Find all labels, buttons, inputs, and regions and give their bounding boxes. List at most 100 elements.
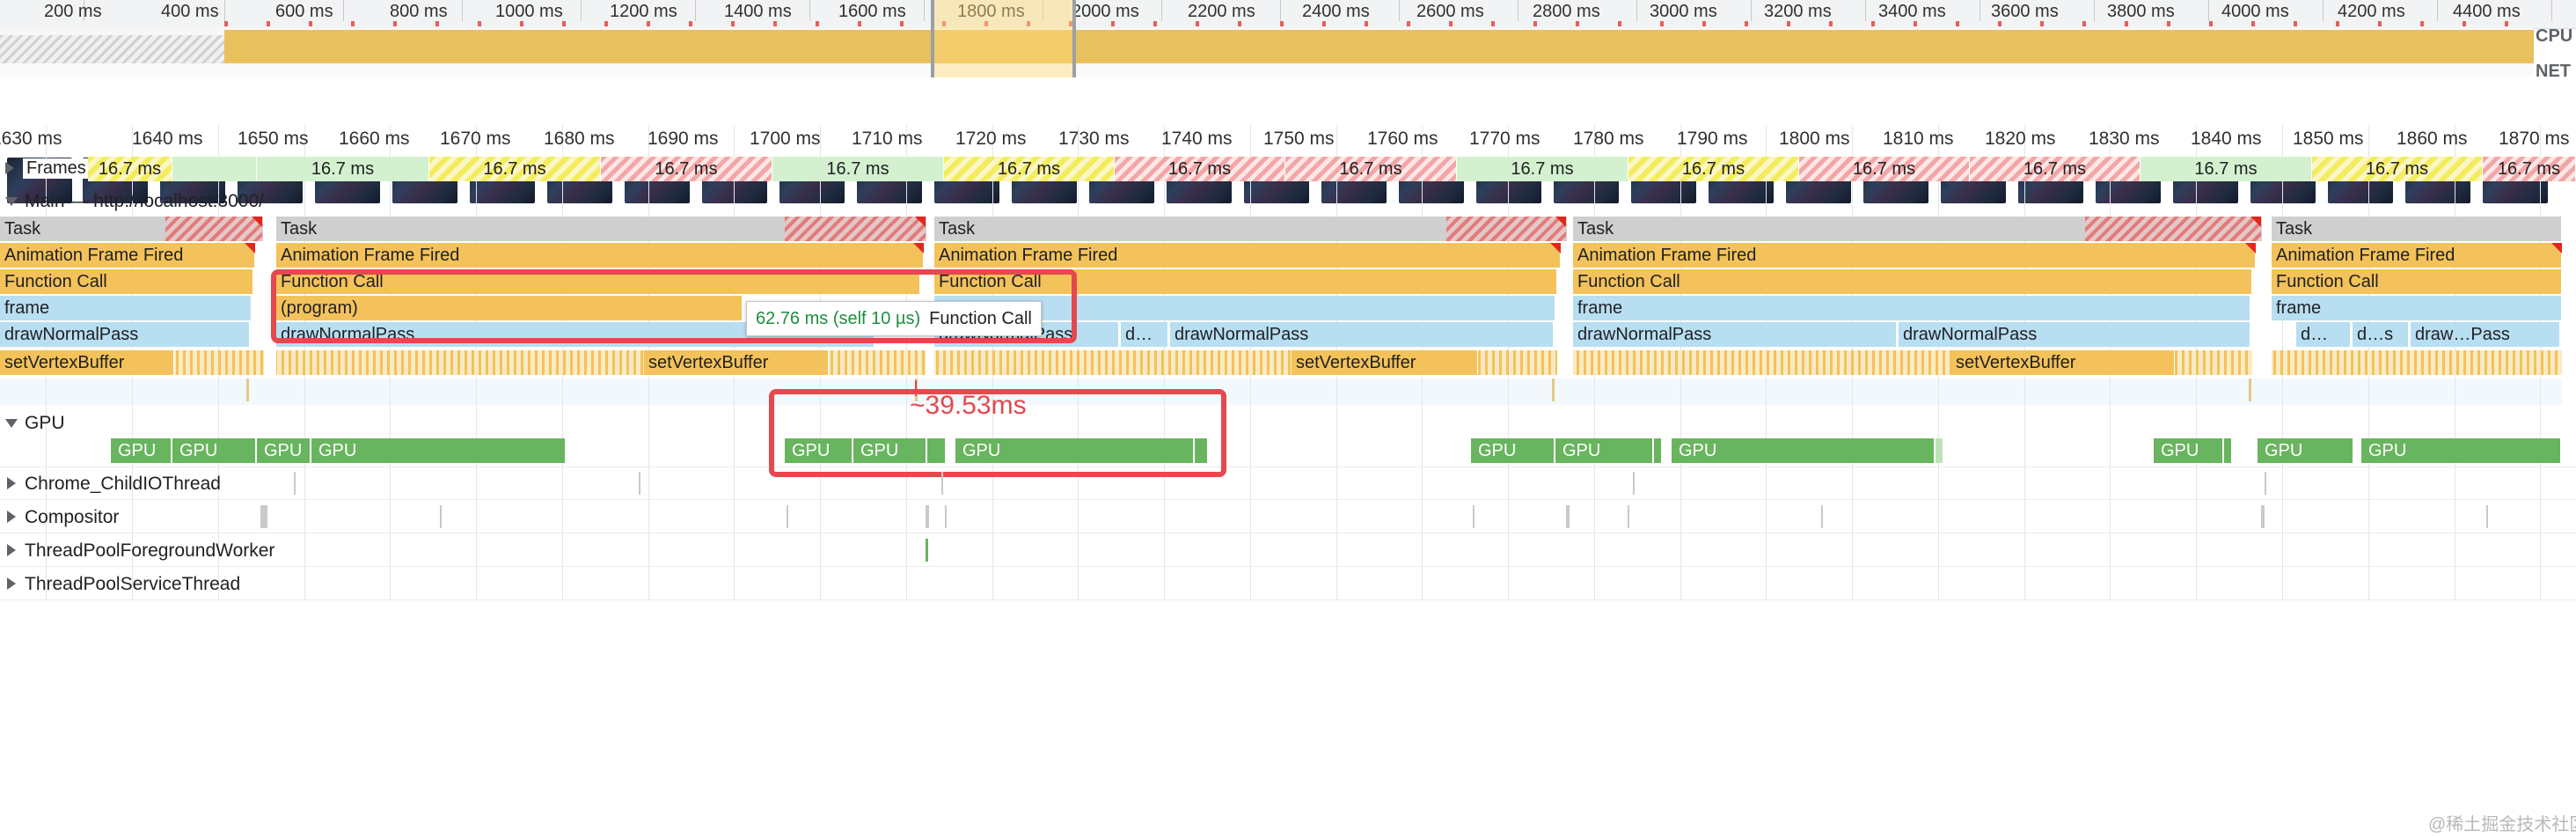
overview-label: 4400 ms bbox=[2453, 2, 2521, 21]
frame-event[interactable]: frame bbox=[0, 296, 252, 320]
long-task-hatch bbox=[785, 217, 926, 241]
function-call-event[interactable]: Function Call bbox=[1573, 269, 2252, 294]
main-thread-header[interactable]: Main — http://localhost:3000/ bbox=[0, 188, 2576, 215]
task-block[interactable]: Task bbox=[2272, 217, 2562, 241]
set-vertex-buffer-event[interactable]: setVertexBuffer bbox=[0, 350, 174, 375]
screenshots-strip[interactable] bbox=[0, 77, 2576, 203]
set-vertex-buffer-event[interactable]: setVertexBuffer bbox=[1292, 350, 1478, 375]
thread-event-mark bbox=[2486, 505, 2488, 528]
collapse-arrow-icon[interactable] bbox=[5, 197, 18, 206]
frame-event[interactable]: frame bbox=[1573, 296, 2250, 320]
gpu-block[interactable]: GPU bbox=[257, 438, 311, 463]
frame-bar[interactable]: 16.7 ms bbox=[88, 157, 172, 181]
draw-normal-pass-event[interactable]: d… bbox=[1121, 322, 1168, 347]
frame-bar[interactable]: 16.7 ms bbox=[1799, 157, 1970, 181]
frame-bar[interactable]: 16.7 ms bbox=[257, 157, 429, 181]
gpu-block[interactable]: GPU bbox=[1555, 438, 1654, 463]
gpu-block[interactable]: GPU bbox=[2258, 438, 2354, 463]
overview-label: 4000 ms bbox=[2221, 2, 2289, 21]
cpu-activity-chart[interactable] bbox=[0, 28, 2534, 63]
svb-gap bbox=[264, 350, 276, 375]
time-label: 1760 ms bbox=[1367, 129, 1438, 149]
draw-normal-pass-event[interactable]: drawNormalPass bbox=[0, 322, 250, 347]
frame-bar[interactable]: 16.7 ms bbox=[2141, 157, 2312, 181]
frame-bar[interactable]: 16.7 ms bbox=[601, 157, 772, 181]
set-vertex-buffer-event[interactable]: setVertexBuffer bbox=[1951, 350, 2175, 375]
long-task-hatch bbox=[2085, 217, 2261, 241]
overview-selection-window[interactable] bbox=[931, 0, 1076, 81]
draw-normal-pass-event[interactable]: drawNormalPass bbox=[1899, 322, 2250, 347]
animation-frame-event[interactable]: Animation Frame Fired bbox=[934, 243, 1561, 268]
animation-frame-event[interactable]: Animation Frame Fired bbox=[2272, 243, 2562, 268]
time-label: 1770 ms bbox=[1469, 129, 1540, 149]
collapse-arrow-icon[interactable] bbox=[5, 419, 18, 428]
overview-label: 4200 ms bbox=[2338, 2, 2405, 21]
set-vertex-buffer-event[interactable]: setVertexBuffer bbox=[644, 350, 829, 375]
frame-event[interactable]: frame bbox=[2272, 296, 2562, 320]
frame-bar[interactable]: 16.7 ms bbox=[944, 157, 1115, 181]
gpu-block[interactable]: GPU bbox=[2154, 438, 2224, 463]
draw-normal-pass-event[interactable]: d…s bbox=[2353, 322, 2409, 347]
time-label: 1680 ms bbox=[544, 129, 615, 149]
time-label: 1640 ms bbox=[132, 129, 203, 149]
draw-normal-pass-event[interactable]: drawNormalPass bbox=[1573, 322, 1897, 347]
gpu-block[interactable] bbox=[1654, 438, 1663, 463]
thread-track-service-thread[interactable]: ThreadPoolServiceThread bbox=[0, 567, 2576, 600]
frame-bar[interactable]: 16.7 ms bbox=[1628, 157, 1799, 181]
expand-arrow-icon[interactable] bbox=[7, 544, 16, 556]
thread-track-foreground-worker[interactable]: ThreadPoolForegroundWorker bbox=[0, 533, 2576, 567]
frame-bar[interactable]: 16.7 ms bbox=[429, 157, 601, 181]
gpu-block[interactable]: GPU bbox=[111, 438, 172, 463]
draw-normal-pass-event[interactable]: d… bbox=[2296, 322, 2351, 347]
draw-normal-pass-event[interactable]: draw…Pass bbox=[2411, 322, 2560, 347]
gpu-block[interactable]: GPU bbox=[172, 438, 257, 463]
expand-arrow-icon[interactable] bbox=[7, 477, 16, 489]
tooltip-name: Function Call bbox=[929, 308, 1032, 328]
overview-label: 1600 ms bbox=[838, 2, 906, 21]
gpu-track-header[interactable]: GPU bbox=[0, 410, 2576, 437]
function-call-event[interactable]: Function Call bbox=[2272, 269, 2562, 294]
gpu-block[interactable] bbox=[2224, 438, 2233, 463]
frame-bar[interactable]: 16.7 ms bbox=[1970, 157, 2141, 181]
time-label: 1660 ms bbox=[339, 129, 410, 149]
gpu-block[interactable] bbox=[1936, 438, 1944, 463]
overview-label: 600 ms bbox=[275, 2, 333, 21]
frame-bar[interactable]: 16.7 ms bbox=[772, 157, 944, 181]
frame-bar[interactable]: 16.7 ms bbox=[1457, 157, 1628, 181]
function-call-event[interactable]: Function Call bbox=[0, 269, 253, 294]
time-label: 1650 ms bbox=[238, 129, 309, 149]
overview-ruler[interactable]: 200 ms 400 ms 600 ms 800 ms 1000 ms 1200… bbox=[0, 0, 2576, 29]
thread-event-mark bbox=[440, 505, 442, 528]
animation-frame-event[interactable]: Animation Frame Fired bbox=[276, 243, 924, 268]
time-label: 1850 ms bbox=[2293, 129, 2364, 149]
thread-track-child-io[interactable]: Chrome_ChildIOThread bbox=[0, 467, 2576, 500]
detail-time-ruler[interactable]: 1630 ms 1640 ms 1650 ms 1660 ms 1670 ms … bbox=[0, 129, 2576, 155]
expand-arrow-icon[interactable] bbox=[7, 577, 16, 590]
gpu-block[interactable]: GPU bbox=[311, 438, 567, 463]
net-activity-chart[interactable] bbox=[0, 63, 2534, 76]
thread-label: Chrome_ChildIOThread bbox=[25, 474, 221, 494]
set-vertex-buffer-region[interactable] bbox=[0, 350, 2562, 375]
expand-arrow-icon[interactable] bbox=[7, 511, 16, 523]
gpu-block[interactable]: GPU bbox=[2361, 438, 2562, 463]
overview-label: 1200 ms bbox=[610, 2, 677, 21]
time-label: 1710 ms bbox=[852, 129, 923, 149]
animation-frame-event[interactable]: Animation Frame Fired bbox=[0, 243, 255, 268]
time-label: 1670 ms bbox=[440, 129, 511, 149]
gpu-block[interactable]: GPU bbox=[1672, 438, 1936, 463]
frame-bar[interactable]: 16.7 ms bbox=[1115, 157, 1285, 181]
thread-track-compositor[interactable]: Compositor bbox=[0, 500, 2576, 533]
overview-label: 3800 ms bbox=[2107, 2, 2175, 21]
animation-frame-event[interactable]: Animation Frame Fired bbox=[1573, 243, 2256, 268]
draw-normal-pass-event[interactable]: drawNormalPass bbox=[1170, 322, 1554, 347]
frame-bar[interactable]: 16.7 ms bbox=[2483, 157, 2576, 181]
frame-bar[interactable]: 16.7 ms bbox=[1285, 157, 1457, 181]
tooltip-duration: 62.76 ms (self 10 µs) bbox=[756, 308, 921, 328]
frame-bar[interactable]: 16.7 ms bbox=[2312, 157, 2483, 181]
frame-bar[interactable] bbox=[172, 157, 257, 181]
expand-arrow-icon[interactable] bbox=[5, 162, 14, 174]
gpu-block[interactable]: GPU bbox=[1471, 438, 1555, 463]
time-label: 1800 ms bbox=[1779, 129, 1850, 149]
svb-gap bbox=[2252, 350, 2272, 375]
overview-label: 3600 ms bbox=[1991, 2, 2059, 21]
